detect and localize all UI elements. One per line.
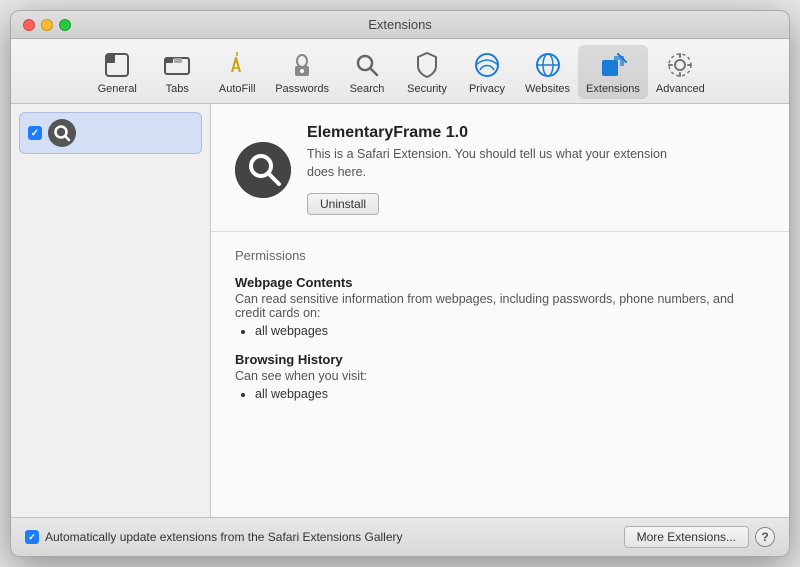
toolbar-label-search: Search (350, 83, 385, 95)
more-extensions-button[interactable]: More Extensions... (624, 526, 749, 548)
advanced-icon (664, 49, 696, 81)
toolbar-label-privacy: Privacy (469, 83, 505, 95)
permission-name-webpage: Webpage Contents (235, 275, 765, 290)
toolbar-item-tabs[interactable]: Tabs (147, 45, 207, 99)
maximize-button[interactable] (59, 19, 71, 31)
extension-name: ElementaryFrame 1.0 (307, 124, 687, 142)
minimize-button[interactable] (41, 19, 53, 31)
toolbar-item-search[interactable]: Search (337, 45, 397, 99)
extension-header: ElementaryFrame 1.0 This is a Safari Ext… (211, 104, 789, 232)
tabs-icon (161, 49, 193, 81)
extension-info: ElementaryFrame 1.0 This is a Safari Ext… (307, 124, 687, 215)
search-toolbar-icon (351, 49, 383, 81)
toolbar-item-general[interactable]: General (87, 45, 147, 99)
passwords-icon (286, 49, 318, 81)
extension-list-item[interactable] (19, 112, 202, 154)
toolbar-label-websites: Websites (525, 83, 570, 95)
toolbar-item-extensions[interactable]: Extensions (578, 45, 648, 99)
close-button[interactable] (23, 19, 35, 31)
toolbar-item-advanced[interactable]: Advanced (648, 45, 713, 99)
toolbar-label-tabs: Tabs (166, 83, 189, 95)
extension-logo (235, 142, 291, 198)
permissions-panel: Permissions Webpage Contents Can read se… (211, 232, 789, 517)
permission-section-history: Browsing History Can see when you visit:… (235, 352, 765, 401)
permission-list-webpage: all webpages (255, 324, 765, 338)
toolbar-item-security[interactable]: Security (397, 45, 457, 99)
traffic-lights (23, 19, 71, 31)
permission-item: all webpages (255, 387, 765, 401)
auto-update-label: Automatically update extensions from the… (45, 530, 403, 544)
uninstall-button[interactable]: Uninstall (307, 193, 379, 215)
general-icon (101, 49, 133, 81)
titlebar: Extensions (11, 11, 789, 39)
toolbar-item-passwords[interactable]: Passwords (267, 45, 337, 99)
content-area: ElementaryFrame 1.0 This is a Safari Ext… (11, 104, 789, 517)
extensions-list (11, 104, 211, 517)
permission-name-history: Browsing History (235, 352, 765, 367)
window-title: Extensions (368, 17, 432, 32)
footer-right: More Extensions... ? (624, 526, 775, 548)
toolbar-label-advanced: Advanced (656, 83, 705, 95)
permission-item: all webpages (255, 324, 765, 338)
toolbar-label-extensions: Extensions (586, 83, 640, 95)
autofill-icon (221, 49, 253, 81)
help-button[interactable]: ? (755, 527, 775, 547)
toolbar: General Tabs AutoFill (11, 39, 789, 104)
toolbar-item-autofill[interactable]: AutoFill (207, 45, 267, 99)
extension-description: This is a Safari Extension. You should t… (307, 146, 687, 181)
toolbar-label-general: General (98, 83, 137, 95)
toolbar-item-privacy[interactable]: Privacy (457, 45, 517, 99)
auto-update-checkbox[interactable] (25, 530, 39, 544)
footer-left: Automatically update extensions from the… (25, 530, 403, 544)
permissions-title: Permissions (235, 248, 765, 263)
footer: Automatically update extensions from the… (11, 517, 789, 556)
permission-desc-webpage: Can read sensitive information from webp… (235, 292, 765, 320)
websites-icon (532, 49, 564, 81)
toolbar-label-security: Security (407, 83, 447, 95)
extensions-icon (597, 49, 629, 81)
extension-enabled-checkbox[interactable] (28, 126, 42, 140)
toolbar-item-websites[interactable]: Websites (517, 45, 578, 99)
security-icon (411, 49, 443, 81)
permission-desc-history: Can see when you visit: (235, 369, 765, 383)
extension-detail: ElementaryFrame 1.0 This is a Safari Ext… (211, 104, 789, 517)
permission-list-history: all webpages (255, 387, 765, 401)
toolbar-label-autofill: AutoFill (219, 83, 256, 95)
privacy-icon (471, 49, 503, 81)
toolbar-label-passwords: Passwords (275, 83, 329, 95)
window: Extensions General Tabs (10, 10, 790, 557)
permission-section-webpage: Webpage Contents Can read sensitive info… (235, 275, 765, 338)
extension-small-icon (48, 119, 76, 147)
